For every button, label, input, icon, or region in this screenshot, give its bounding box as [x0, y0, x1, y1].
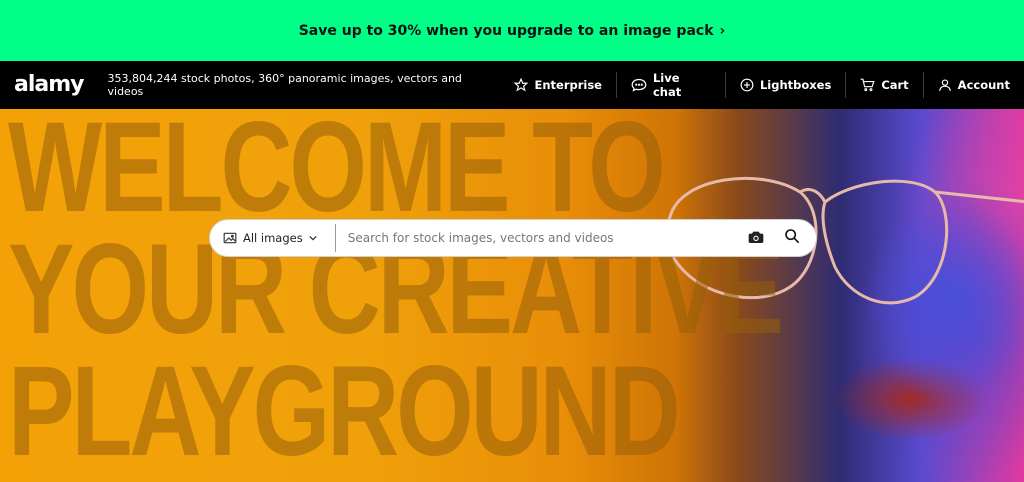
nav-live-chat-label: Live chat [652, 71, 682, 99]
nav-live-chat[interactable]: Live chat [617, 71, 725, 99]
promo-banner[interactable]: Save up to 30% when you upgrade to an im… [0, 0, 1024, 61]
promo-text: Save up to 30% when you upgrade to an im… [298, 22, 714, 39]
nav-enterprise[interactable]: Enterprise [500, 72, 616, 98]
search-button[interactable] [774, 220, 810, 256]
alamy-logo[interactable]: alamy [14, 72, 84, 97]
nav-cart[interactable]: Cart [846, 72, 922, 98]
nav-lightboxes[interactable]: Lightboxes [726, 72, 845, 98]
search-input[interactable] [335, 220, 738, 256]
camera-icon [748, 229, 764, 248]
nav-cart-label: Cart [881, 78, 909, 92]
headline-line: WELCOME TO [8, 109, 666, 239]
image-icon [223, 232, 237, 244]
hero-headline: WELCOME TO YOUR CREATIVE PLAYGROUND [8, 109, 784, 482]
image-type-label: All images [243, 231, 303, 245]
nav-lightboxes-label: Lightboxes [759, 78, 832, 92]
nav-account[interactable]: Account [924, 72, 1024, 98]
image-type-dropdown[interactable]: All images [210, 224, 336, 252]
search-icon [784, 228, 800, 248]
nav-enterprise-label: Enterprise [534, 78, 602, 92]
site-tagline: 353,804,244 stock photos, 360° panoramic… [107, 72, 462, 98]
user-icon [938, 78, 952, 92]
cart-icon [860, 78, 875, 92]
top-navigation-bar: alamy 353,804,244 stock photos, 360° pan… [0, 61, 1024, 109]
plus-circle-icon [740, 78, 754, 92]
search-bar: All images [209, 219, 817, 257]
chat-icon [631, 78, 647, 92]
hero-banner: WELCOME TO YOUR CREATIVE PLAYGROUND All … [0, 109, 1024, 482]
camera-search-button[interactable] [738, 220, 774, 256]
headline-line: PLAYGROUND [8, 340, 681, 482]
nav-account-label: Account [957, 78, 1010, 92]
chevron-down-icon [309, 235, 317, 241]
star-icon [514, 78, 529, 92]
chevron-right-icon: › [719, 22, 726, 39]
header-nav: Enterprise Live chat Lightboxes Cart Acc… [500, 61, 1024, 109]
